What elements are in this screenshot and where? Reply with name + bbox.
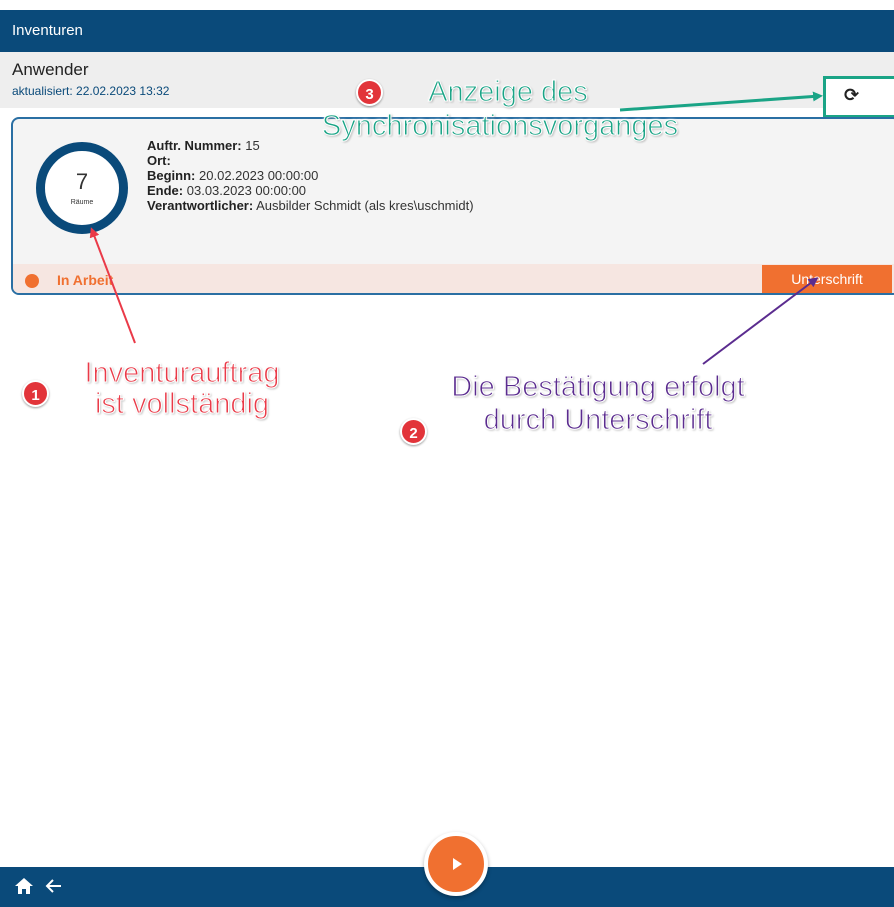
app-title: Inventuren bbox=[12, 22, 83, 39]
annotation-badge-3: 3 bbox=[356, 79, 383, 106]
responsible-row: Verantwortlicher: Ausbilder Schmidt (als… bbox=[147, 198, 474, 213]
annotation-complete-line2: ist vollständig bbox=[94, 388, 270, 420]
start-button[interactable] bbox=[424, 832, 488, 896]
location-row: Ort: bbox=[147, 153, 171, 168]
room-count-label: Räume bbox=[70, 199, 94, 206]
annotation-signature-line1: Die Bestätigung erfolgt bbox=[451, 371, 745, 403]
home-icon[interactable] bbox=[14, 876, 34, 896]
order-details: Auftr. Nummer: 15 Ort: Beginn: 20.02.202… bbox=[147, 138, 474, 213]
annotation-sync-line1: Anzeige des bbox=[428, 76, 589, 108]
room-count: 7 bbox=[75, 169, 89, 194]
last-updated: aktualisiert: 22.02.2023 13:32 bbox=[12, 84, 170, 98]
overflow-icon[interactable]: ⋮ bbox=[888, 85, 894, 105]
sync-icon[interactable]: ⟳ bbox=[844, 85, 859, 106]
play-icon bbox=[453, 858, 462, 870]
annotation-badge-1: 1 bbox=[22, 380, 49, 407]
annotation-sync-line2: Synchronisationsvorganges bbox=[321, 110, 679, 142]
back-arrow-icon[interactable] bbox=[44, 876, 64, 896]
user-name: Anwender bbox=[12, 60, 89, 79]
room-count-ring: 7 Räume bbox=[36, 142, 128, 234]
annotation-signature-line2: durch Unterschrift bbox=[483, 404, 713, 436]
status-text: In Arbeit bbox=[57, 272, 114, 288]
signature-button[interactable]: Unterschrift bbox=[762, 265, 892, 293]
sync-highlight-box: ⟳ ⋮ bbox=[823, 76, 894, 118]
inventory-order-card[interactable]: 7 Räume Auftr. Nummer: 15 Ort: Beginn: 2… bbox=[11, 117, 894, 295]
end-row: Ende: 03.03.2023 00:00:00 bbox=[147, 183, 307, 198]
status-dot-icon bbox=[25, 274, 39, 288]
start-row: Beginn: 20.02.2023 00:00:00 bbox=[147, 168, 319, 183]
status-bar: In Arbeit Unterschrift bbox=[13, 264, 894, 293]
annotation-complete-line1: Inventurauftrag bbox=[84, 357, 280, 389]
app-header: Inventuren bbox=[0, 10, 894, 52]
